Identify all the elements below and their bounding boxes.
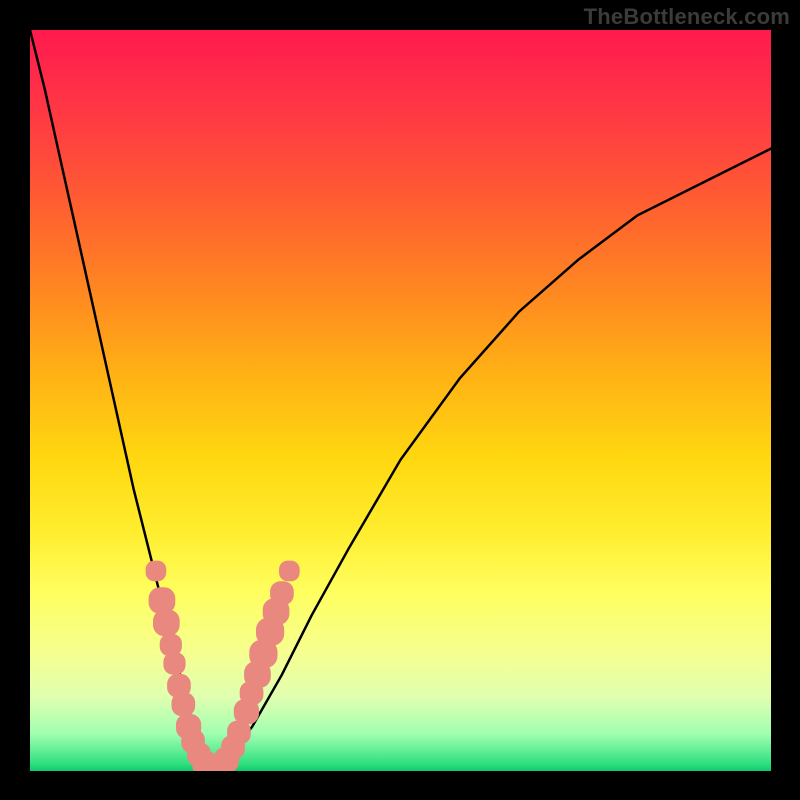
marker-point [146, 561, 167, 582]
plot-area [30, 30, 771, 771]
marker-point [172, 693, 196, 717]
bottleneck-curve [30, 30, 771, 771]
marker-point [163, 652, 185, 674]
chart-svg [30, 30, 771, 771]
marker-point [270, 581, 294, 605]
marker-point [153, 610, 180, 637]
marker-cluster [146, 561, 300, 771]
marker-point [279, 561, 300, 582]
watermark-text: TheBottleneck.com [584, 4, 790, 30]
chart-frame: TheBottleneck.com [0, 0, 800, 800]
